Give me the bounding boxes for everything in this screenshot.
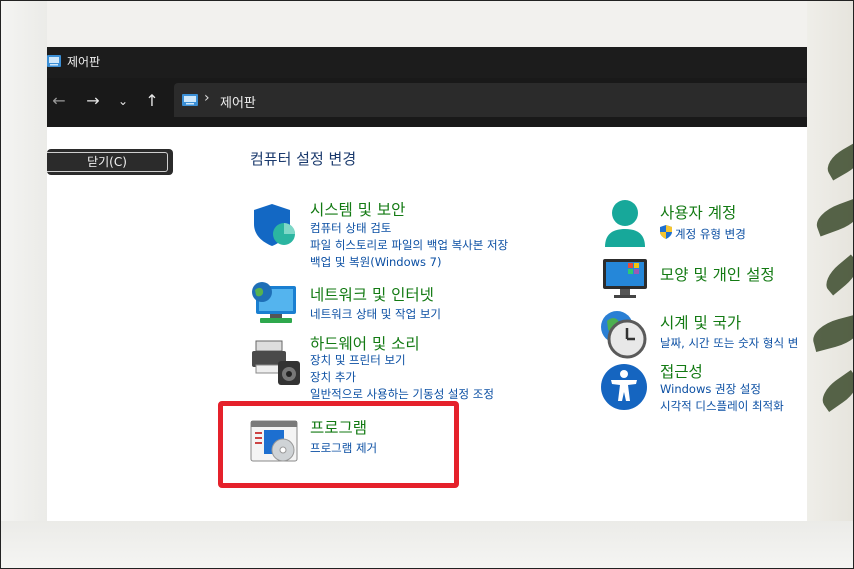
uac-shield-icon [660, 225, 672, 239]
close-button[interactable]: 닫기(C) [47, 152, 168, 172]
category-programs[interactable]: 프로그램 [310, 416, 367, 438]
link-add-device[interactable]: 장치 추가 [310, 369, 356, 385]
address-bar[interactable]: › 제어판 [174, 83, 807, 117]
page-title: 컴퓨터 설정 변경 [250, 150, 357, 168]
link-backup-restore[interactable]: 백업 및 복원(Windows 7) [310, 254, 442, 270]
control-panel-window: 제어판 ← → ⌄ ↑ › 제어판 닫기(C) 컴퓨터 설정 변경 시스템 및 … [47, 47, 807, 521]
chevron-down-icon[interactable]: ⌄ [113, 91, 133, 111]
category-system-security[interactable]: 시스템 및 보안 [310, 198, 405, 220]
breadcrumb-chevron-icon: › [204, 90, 210, 106]
link-file-history[interactable]: 파일 히스토리로 파일의 백업 복사본 저장 [310, 237, 508, 253]
category-clock-region[interactable]: 시계 및 국가 [660, 311, 741, 333]
up-arrow-icon[interactable]: ↑ [142, 91, 162, 111]
background-bottom [0, 521, 854, 569]
user-icon[interactable] [602, 199, 648, 249]
printer-speaker-icon[interactable] [252, 339, 302, 385]
window-title: 제어판 [67, 55, 101, 69]
link-windows-recommended-settings[interactable]: Windows 권장 설정 [660, 381, 761, 397]
navigation-bar: ← → ⌄ ↑ › 제어판 [47, 78, 807, 127]
breadcrumb-location[interactable]: 제어판 [220, 92, 256, 111]
forward-arrow-icon[interactable]: → [83, 91, 103, 111]
category-accessibility[interactable]: 접근성 [660, 360, 703, 382]
category-hardware-sound[interactable]: 하드웨어 및 소리 [310, 332, 420, 354]
link-date-time-format[interactable]: 날짜, 시간 또는 숫자 형식 변 [660, 335, 798, 351]
title-bar: 제어판 [47, 47, 807, 78]
control-panel-icon [47, 55, 61, 67]
category-network-internet[interactable]: 네트워크 및 인터넷 [310, 283, 434, 305]
link-optimize-visual-display[interactable]: 시각적 디스플레이 최적화 [660, 398, 784, 414]
link-change-account-type[interactable]: 계정 유형 변경 [675, 226, 746, 242]
link-uninstall-program[interactable]: 프로그램 제거 [310, 440, 377, 456]
back-arrow-icon[interactable]: ← [49, 91, 69, 111]
network-icon[interactable] [250, 280, 298, 326]
monitor-icon[interactable] [601, 257, 651, 299]
control-panel-icon [182, 94, 198, 106]
background-left [0, 0, 47, 569]
link-mobility-settings[interactable]: 일반적으로 사용하는 기동성 설정 조정 [310, 386, 494, 402]
accessibility-icon[interactable] [600, 363, 648, 411]
close-button-container: 닫기(C) [47, 149, 173, 175]
clock-globe-icon[interactable] [599, 309, 649, 359]
category-appearance-personalization[interactable]: 모양 및 개인 설정 [660, 263, 775, 285]
background-plant [807, 0, 854, 569]
shield-icon[interactable] [252, 202, 298, 248]
link-devices-printers[interactable]: 장치 및 프린터 보기 [310, 352, 406, 368]
link-review-computer-status[interactable]: 컴퓨터 상태 검토 [310, 220, 391, 236]
link-network-status[interactable]: 네트워크 상태 및 작업 보기 [310, 306, 441, 322]
category-user-accounts[interactable]: 사용자 계정 [660, 201, 736, 223]
programs-icon[interactable] [250, 420, 300, 464]
